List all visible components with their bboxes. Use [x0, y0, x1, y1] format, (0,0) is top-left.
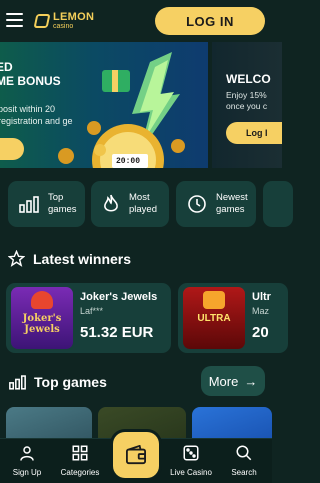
category-most-played[interactable]: Most played — [91, 181, 169, 227]
more-button[interactable]: More → — [201, 366, 265, 396]
top-games-title: Top games — [9, 374, 107, 390]
winner-amount: 51.32 EUR — [80, 324, 154, 341]
menu-icon[interactable] — [6, 13, 23, 27]
game-thumbnail: Joker's Jewels — [11, 287, 73, 349]
flame-icon — [104, 194, 118, 212]
banner-title: WELCO — [226, 72, 271, 86]
category-chips: Top games Most played Newest games — [0, 181, 293, 227]
nav-categories[interactable]: Categories — [55, 444, 105, 477]
nav-label: Live Casino — [170, 468, 212, 477]
nav-search[interactable]: Search — [219, 444, 269, 477]
more-label: More — [208, 373, 239, 389]
winner-amount: 20 — [252, 324, 269, 341]
thumbnail-text: Joker's Jewels — [22, 313, 62, 335]
category-chip-partial[interactable] — [263, 181, 293, 227]
banner-illustration — [58, 52, 185, 168]
seven-graphic — [203, 291, 225, 309]
star-icon — [8, 250, 25, 267]
nav-label: Search — [231, 468, 257, 477]
nav-label: Sign Up — [12, 468, 42, 477]
promo-banner-welcome[interactable]: WELCO Enjoy 15% once you c Log I — [212, 42, 282, 168]
category-label: Top games — [48, 192, 77, 215]
bar-chart-icon — [19, 196, 39, 213]
category-top-games[interactable]: Top games — [8, 181, 85, 227]
banner-text: Enjoy 15% once you c — [226, 90, 268, 111]
game-thumbnail: ULTRA — [183, 287, 245, 349]
wallet-button[interactable] — [113, 432, 159, 478]
thumbnail-text: ULTRA — [197, 313, 231, 324]
logo[interactable]: LEMON casino — [33, 11, 95, 30]
category-newest-games[interactable]: Newest games — [176, 181, 256, 227]
logo-main-text: LEMON — [53, 11, 95, 23]
wallet-icon — [126, 445, 146, 465]
winner-username: Laf*** — [80, 306, 104, 316]
header: LEMON casino LOG IN — [0, 0, 272, 42]
winner-card[interactable]: ULTRA Ultr Maz 20 — [178, 283, 288, 353]
latest-winners-title: Latest winners — [8, 250, 131, 267]
category-label: Newest games — [216, 192, 248, 215]
clock-icon — [188, 195, 206, 213]
dice-icon — [183, 445, 199, 461]
logo-sub-text: casino — [53, 23, 74, 30]
arrow-right-icon: → — [244, 373, 258, 389]
search-icon — [236, 445, 252, 461]
winner-game-name: Ultr — [252, 291, 271, 303]
banner-login-button[interactable]: Log I — [226, 122, 282, 144]
banner-clock-text: 20:00 — [116, 157, 141, 166]
nav-label: Categories — [60, 468, 100, 477]
winner-card[interactable]: Joker's Jewels Joker's Jewels Laf*** 51.… — [6, 283, 171, 353]
categories-icon — [72, 445, 88, 461]
promo-banner-welcome-bonus[interactable]: ED ME BONUS posit within 20 registration… — [0, 42, 208, 168]
nav-live-casino[interactable]: Live Casino — [166, 444, 216, 477]
winner-username: Maz — [252, 306, 270, 316]
category-label: Most played — [129, 192, 157, 215]
bar-chart-icon — [9, 375, 26, 390]
jester-graphic — [31, 291, 53, 309]
lemon-logo-icon — [33, 14, 51, 28]
nav-sign-up[interactable]: Sign Up — [2, 444, 52, 477]
user-icon — [20, 446, 34, 461]
winner-game-name: Joker's Jewels — [80, 291, 158, 303]
login-button[interactable]: LOG IN — [155, 7, 265, 35]
